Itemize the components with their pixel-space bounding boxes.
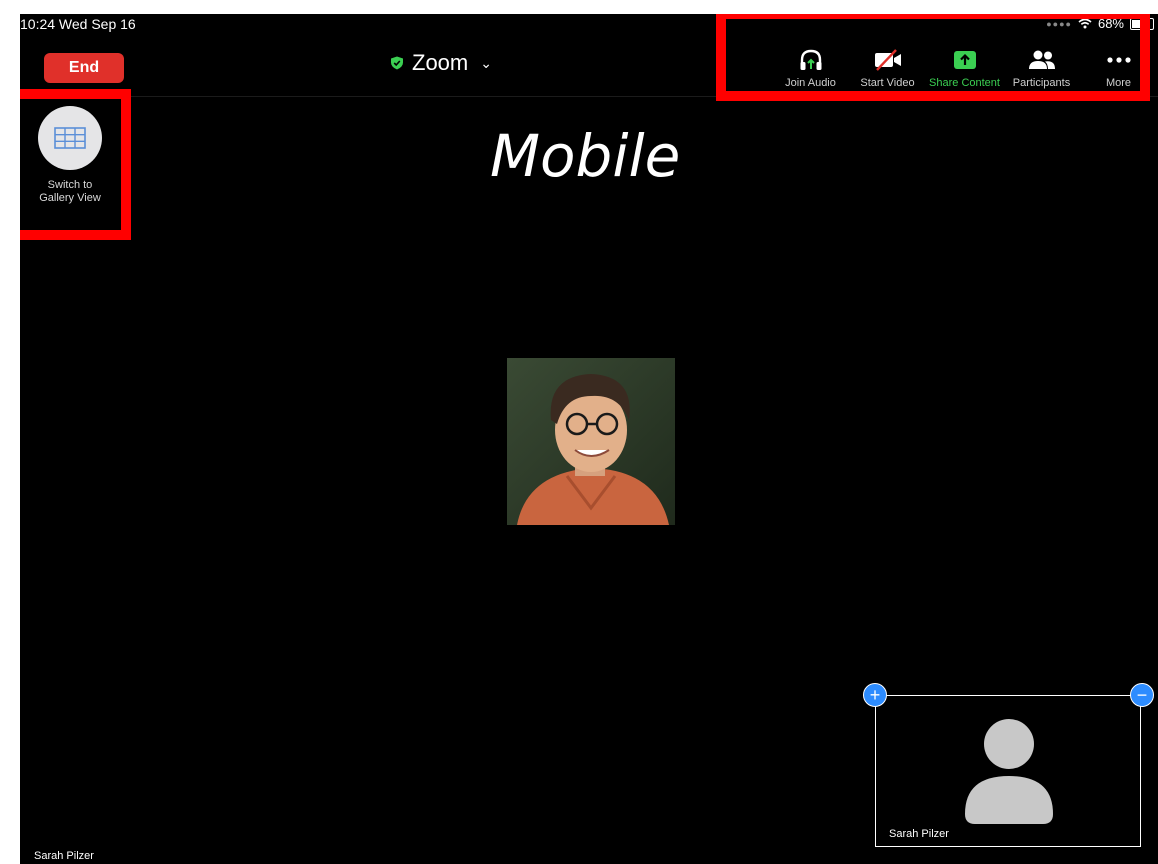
self-view-minimize-button[interactable]: −	[1130, 683, 1154, 707]
end-meeting-button[interactable]: End	[44, 53, 124, 83]
avatar-placeholder-icon	[965, 719, 1053, 824]
gallery-highlight-box	[20, 89, 131, 240]
self-view-expand-button[interactable]: +	[863, 683, 887, 707]
chevron-down-icon: ⌄	[480, 54, 492, 71]
meeting-title-text: Zoom	[412, 50, 469, 75]
self-view-name: Sarah Pilzer	[889, 828, 949, 840]
active-speaker-name: Sarah Pilzer	[34, 850, 94, 862]
meeting-title-button[interactable]: Zoom ⌄	[390, 50, 492, 76]
meeting-screen: 10:24 Wed Sep 16 ●●●● 68% End Zoom ⌄ Joi…	[20, 14, 1158, 864]
status-time: 10:24 Wed Sep 16	[20, 16, 136, 32]
participant-photo	[507, 358, 675, 525]
shield-check-icon	[391, 56, 403, 70]
shared-text: Mobile	[490, 122, 681, 190]
toolbar-highlight-box	[716, 14, 1150, 101]
